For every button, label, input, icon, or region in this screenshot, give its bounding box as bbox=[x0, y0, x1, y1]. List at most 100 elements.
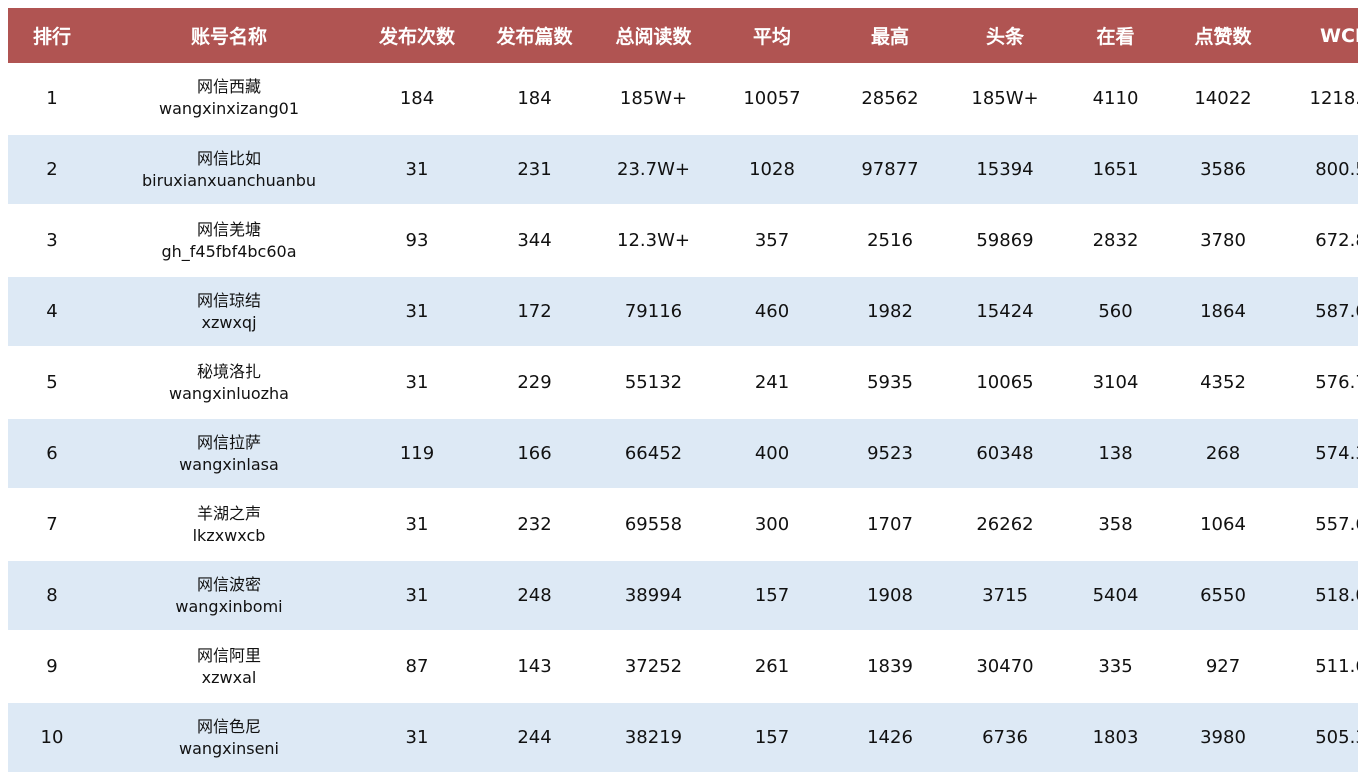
account-cell: 网信羌塘 gh_f45fbf4bc60a bbox=[96, 205, 362, 277]
table-cell: 672.8 bbox=[1279, 205, 1358, 277]
account-name: 网信色尼 bbox=[196, 716, 261, 736]
table-cell: 31 bbox=[362, 347, 472, 419]
ranking-table: 排行 账号名称 发布次数 发布篇数 总阅读数 平均 最高 头条 在看 点赞数 WCI 1 网信西藏 wa… bbox=[8, 8, 1358, 774]
table-cell: 229 bbox=[472, 347, 597, 419]
table-cell: 66452 bbox=[597, 418, 710, 490]
table-row: 7 羊湖之声 lkzxwxcb 31 232 69558 300 1707 26262 358 10… bbox=[8, 489, 1358, 561]
table-cell: 3586 bbox=[1167, 134, 1279, 206]
table-cell: 560 bbox=[1064, 276, 1167, 348]
table-row: 8 网信波密 wangxinbomi 31 248 38994 157 1908 3715 540… bbox=[8, 560, 1358, 632]
table-cell: 268 bbox=[1167, 418, 1279, 490]
table-cell: 1839 bbox=[834, 631, 946, 703]
table-cell: 3780 bbox=[1167, 205, 1279, 277]
table-cell: 6550 bbox=[1167, 560, 1279, 632]
table-cell: 6736 bbox=[946, 702, 1064, 774]
table-cell: 28562 bbox=[834, 63, 946, 135]
account-id: wangxinseni bbox=[178, 738, 279, 758]
column-header: 总阅读数 bbox=[615, 26, 692, 48]
table-header: 排行 账号名称 发布次数 发布篇数 总阅读数 平均 最高 头条 在看 点赞数 WCI bbox=[8, 8, 1358, 63]
account-name: 秘境洛扎 bbox=[196, 361, 261, 381]
account-cell: 网信比如 biruxianxuanchuanbu bbox=[96, 134, 362, 206]
account-cell: 秘境洛扎 wangxinluozha bbox=[96, 347, 362, 419]
rank-cell: 2 bbox=[8, 134, 96, 206]
column-header: 发布篇数 bbox=[496, 26, 573, 48]
table-cell: 1218.1 bbox=[1279, 63, 1358, 135]
table-cell: 1864 bbox=[1167, 276, 1279, 348]
table-cell: 400 bbox=[710, 418, 834, 490]
table-cell: 9523 bbox=[834, 418, 946, 490]
table-cell: 1028 bbox=[710, 134, 834, 206]
table-cell: 460 bbox=[710, 276, 834, 348]
table-cell: 38219 bbox=[597, 702, 710, 774]
table-cell: 4352 bbox=[1167, 347, 1279, 419]
table-body: 1 网信西藏 wangxinxizang01 184 184 185W+ 10057 2856… bbox=[8, 63, 1358, 774]
table-row: 4 网信琼结 xzwxqj 31 172 79116 460 1982 15424 560 1864… bbox=[8, 276, 1358, 348]
table-cell: 185W+ bbox=[946, 63, 1064, 135]
table-cell: 335 bbox=[1064, 631, 1167, 703]
table-cell: 5935 bbox=[834, 347, 946, 419]
table-cell: 557.6 bbox=[1279, 489, 1358, 561]
table-row: 6 网信拉萨 wangxinlasa 119 166 66452 400 9523 60348 1… bbox=[8, 418, 1358, 490]
table-row: 2 网信比如 biruxianxuanchuanbu 31 231 23.7W+ 1028 9… bbox=[8, 134, 1358, 206]
rank-cell: 6 bbox=[8, 418, 96, 490]
table-cell: 31 bbox=[362, 560, 472, 632]
table-cell: 3104 bbox=[1064, 347, 1167, 419]
account-cell: 羊湖之声 lkzxwxcb bbox=[96, 489, 362, 561]
column-header: 发布次数 bbox=[378, 26, 455, 48]
table-cell: 1803 bbox=[1064, 702, 1167, 774]
header-row: 排行 账号名称 发布次数 发布篇数 总阅读数 平均 最高 头条 在看 点赞数 WCI bbox=[8, 8, 1358, 63]
table-cell: 60348 bbox=[946, 418, 1064, 490]
table-cell: 15424 bbox=[946, 276, 1064, 348]
table-cell: 185W+ bbox=[597, 63, 710, 135]
account-id: wangxinluozha bbox=[169, 383, 289, 403]
table-cell: 10065 bbox=[946, 347, 1064, 419]
column-header: 账号名称 bbox=[190, 26, 267, 48]
account-name: 网信阿里 bbox=[196, 645, 261, 665]
table-cell: 55132 bbox=[597, 347, 710, 419]
table-cell: 231 bbox=[472, 134, 597, 206]
table-cell: 232 bbox=[472, 489, 597, 561]
table-cell: 244 bbox=[472, 702, 597, 774]
rank-cell: 5 bbox=[8, 347, 96, 419]
table-cell: 138 bbox=[1064, 418, 1167, 490]
account-cell: 网信拉萨 wangxinlasa bbox=[96, 418, 362, 490]
account-id: biruxianxuanchuanbu bbox=[141, 170, 317, 190]
account-id: xzwxqj bbox=[201, 312, 257, 332]
account-name: 网信羌塘 bbox=[196, 219, 261, 239]
table-cell: 157 bbox=[710, 702, 834, 774]
account-cell: 网信阿里 xzwxal bbox=[96, 631, 362, 703]
table-row: 3 网信羌塘 gh_f45fbf4bc60a 93 344 12.3W+ 357 2516 59… bbox=[8, 205, 1358, 277]
table-cell: 4110 bbox=[1064, 63, 1167, 135]
account-id: wangxinlasa bbox=[179, 454, 279, 474]
table-cell: 261 bbox=[710, 631, 834, 703]
rank-cell: 1 bbox=[8, 63, 96, 135]
column-header: 最高 bbox=[870, 26, 909, 48]
table-cell: 1982 bbox=[834, 276, 946, 348]
table-cell: 15394 bbox=[946, 134, 1064, 206]
table-cell: 1707 bbox=[834, 489, 946, 561]
table-cell: 172 bbox=[472, 276, 597, 348]
table-row: 10 网信色尼 wangxinseni 31 244 38219 157 1426 6736 18… bbox=[8, 702, 1358, 774]
account-cell: 网信琼结 xzwxqj bbox=[96, 276, 362, 348]
table-cell: 157 bbox=[710, 560, 834, 632]
column-header: 头条 bbox=[985, 26, 1024, 48]
account-id: wangxinbomi bbox=[175, 596, 283, 616]
table-cell: 587.0 bbox=[1279, 276, 1358, 348]
table-row: 9 网信阿里 xzwxal 87 143 37252 261 1839 30470 335 927 5… bbox=[8, 631, 1358, 703]
table-cell: 248 bbox=[472, 560, 597, 632]
rank-cell: 8 bbox=[8, 560, 96, 632]
table-cell: 800.5 bbox=[1279, 134, 1358, 206]
table-cell: 241 bbox=[710, 347, 834, 419]
table-cell: 357 bbox=[710, 205, 834, 277]
account-id: wangxinxizang01 bbox=[158, 99, 299, 118]
table-cell: 31 bbox=[362, 276, 472, 348]
rank-cell: 4 bbox=[8, 276, 96, 348]
table-cell: 1908 bbox=[834, 560, 946, 632]
table-cell: 37252 bbox=[597, 631, 710, 703]
table-cell: 1426 bbox=[834, 702, 946, 774]
column-header: 平均 bbox=[752, 26, 791, 48]
table-cell: 97877 bbox=[834, 134, 946, 206]
table-cell: 184 bbox=[362, 63, 472, 135]
account-id: gh_f45fbf4bc60a bbox=[161, 241, 297, 261]
column-header: 点赞数 bbox=[1194, 26, 1252, 48]
